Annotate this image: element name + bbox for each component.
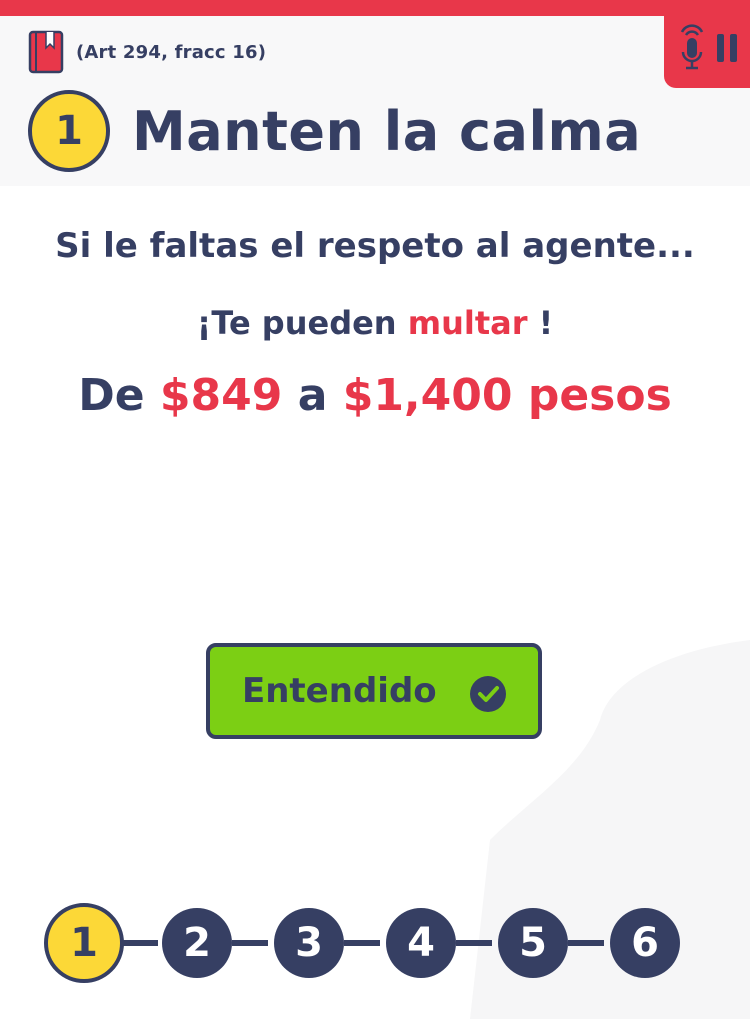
step-5[interactable]: 5	[498, 908, 568, 978]
message-line-2-suffix: !	[527, 304, 554, 342]
entendido-button[interactable]: Entendido	[206, 643, 542, 739]
message-line-2-prefix: ¡Te pueden	[196, 304, 408, 342]
check-circle-icon	[470, 676, 506, 712]
fine-amount-max: $1,400	[342, 370, 513, 421]
step-connector	[122, 940, 158, 946]
step-number-badge: 1	[28, 90, 110, 172]
step-connector	[344, 940, 380, 946]
audio-control[interactable]	[664, 16, 750, 88]
page-title: Manten la calma	[132, 99, 642, 163]
step-title-row: 1 Manten la calma	[28, 90, 641, 172]
fine-amount-min: $849	[159, 370, 283, 421]
microphone-icon[interactable]	[677, 22, 707, 72]
message-line-2: ¡Te pueden multar !	[0, 304, 750, 342]
top-accent-bar	[0, 0, 750, 16]
pause-icon[interactable]	[716, 34, 738, 62]
fine-amount-line: De $849 a $1,400 pesos	[0, 370, 750, 421]
book-icon	[28, 30, 64, 74]
step-2[interactable]: 2	[162, 908, 232, 978]
message-highlight: multar	[407, 304, 528, 342]
header: (Art 294, fracc 16) 1 Manten la calma	[0, 16, 750, 186]
entendido-button-label: Entendido	[242, 671, 437, 711]
message-line-1: Si le faltas el respeto al agente...	[55, 226, 695, 266]
step-4[interactable]: 4	[386, 908, 456, 978]
step-6[interactable]: 6	[610, 908, 680, 978]
step-3[interactable]: 3	[274, 908, 344, 978]
fine-connector: a	[282, 370, 343, 421]
progress-stepper: 1 2 3 4 5 6	[44, 903, 684, 983]
step-connector	[456, 940, 492, 946]
article-reference-text: (Art 294, fracc 16)	[76, 41, 267, 63]
step-1[interactable]: 1	[44, 903, 124, 983]
fine-prefix: De	[78, 370, 160, 421]
step-connector	[568, 940, 604, 946]
fine-currency: pesos	[512, 370, 672, 421]
article-reference: (Art 294, fracc 16)	[28, 30, 266, 74]
step-connector	[232, 940, 268, 946]
